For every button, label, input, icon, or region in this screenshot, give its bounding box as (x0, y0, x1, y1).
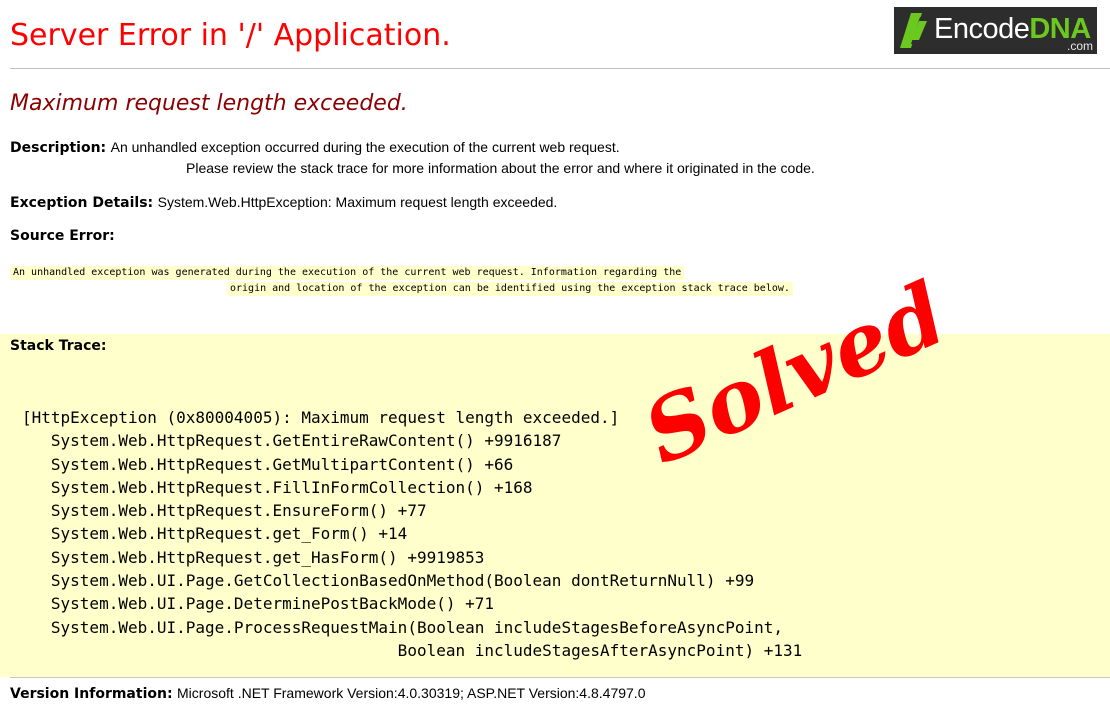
logo-tld: .com (1066, 39, 1093, 53)
page-title: Server Error in '/' Application. (10, 18, 451, 53)
logo-text-main: Encode (934, 13, 1030, 45)
logo-slash-icon (900, 13, 930, 48)
version-information-text: Microsoft .NET Framework Version:4.0.303… (177, 685, 646, 701)
source-error-label: Source Error: (10, 228, 115, 244)
source-error-text-line1: An unhandled exception was generated dur… (10, 266, 685, 280)
exception-details-label: Exception Details: (10, 195, 154, 211)
source-error-text-line2: origin and location of the exception can… (227, 282, 793, 296)
description-text-line2: Please review the stack trace for more i… (186, 160, 815, 176)
version-information-label: Version Information: (10, 686, 173, 702)
header-divider (10, 68, 1110, 69)
description-label: Description: (10, 140, 107, 156)
version-information-line: Version Information: Microsoft .NET Fram… (10, 685, 645, 703)
error-message-heading: Maximum request length exceeded. (10, 91, 408, 116)
stack-trace-label: Stack Trace: (10, 338, 107, 354)
version-divider (10, 677, 1110, 678)
exception-details-text: System.Web.HttpException: Maximum reques… (157, 194, 558, 210)
encodedna-logo: EncodeDNA .com (894, 7, 1097, 54)
description-text: An unhandled exception occurred during t… (110, 139, 620, 155)
description-line: Description: An unhandled exception occu… (10, 139, 620, 157)
exception-details-line: Exception Details: System.Web.HttpExcept… (10, 194, 557, 212)
